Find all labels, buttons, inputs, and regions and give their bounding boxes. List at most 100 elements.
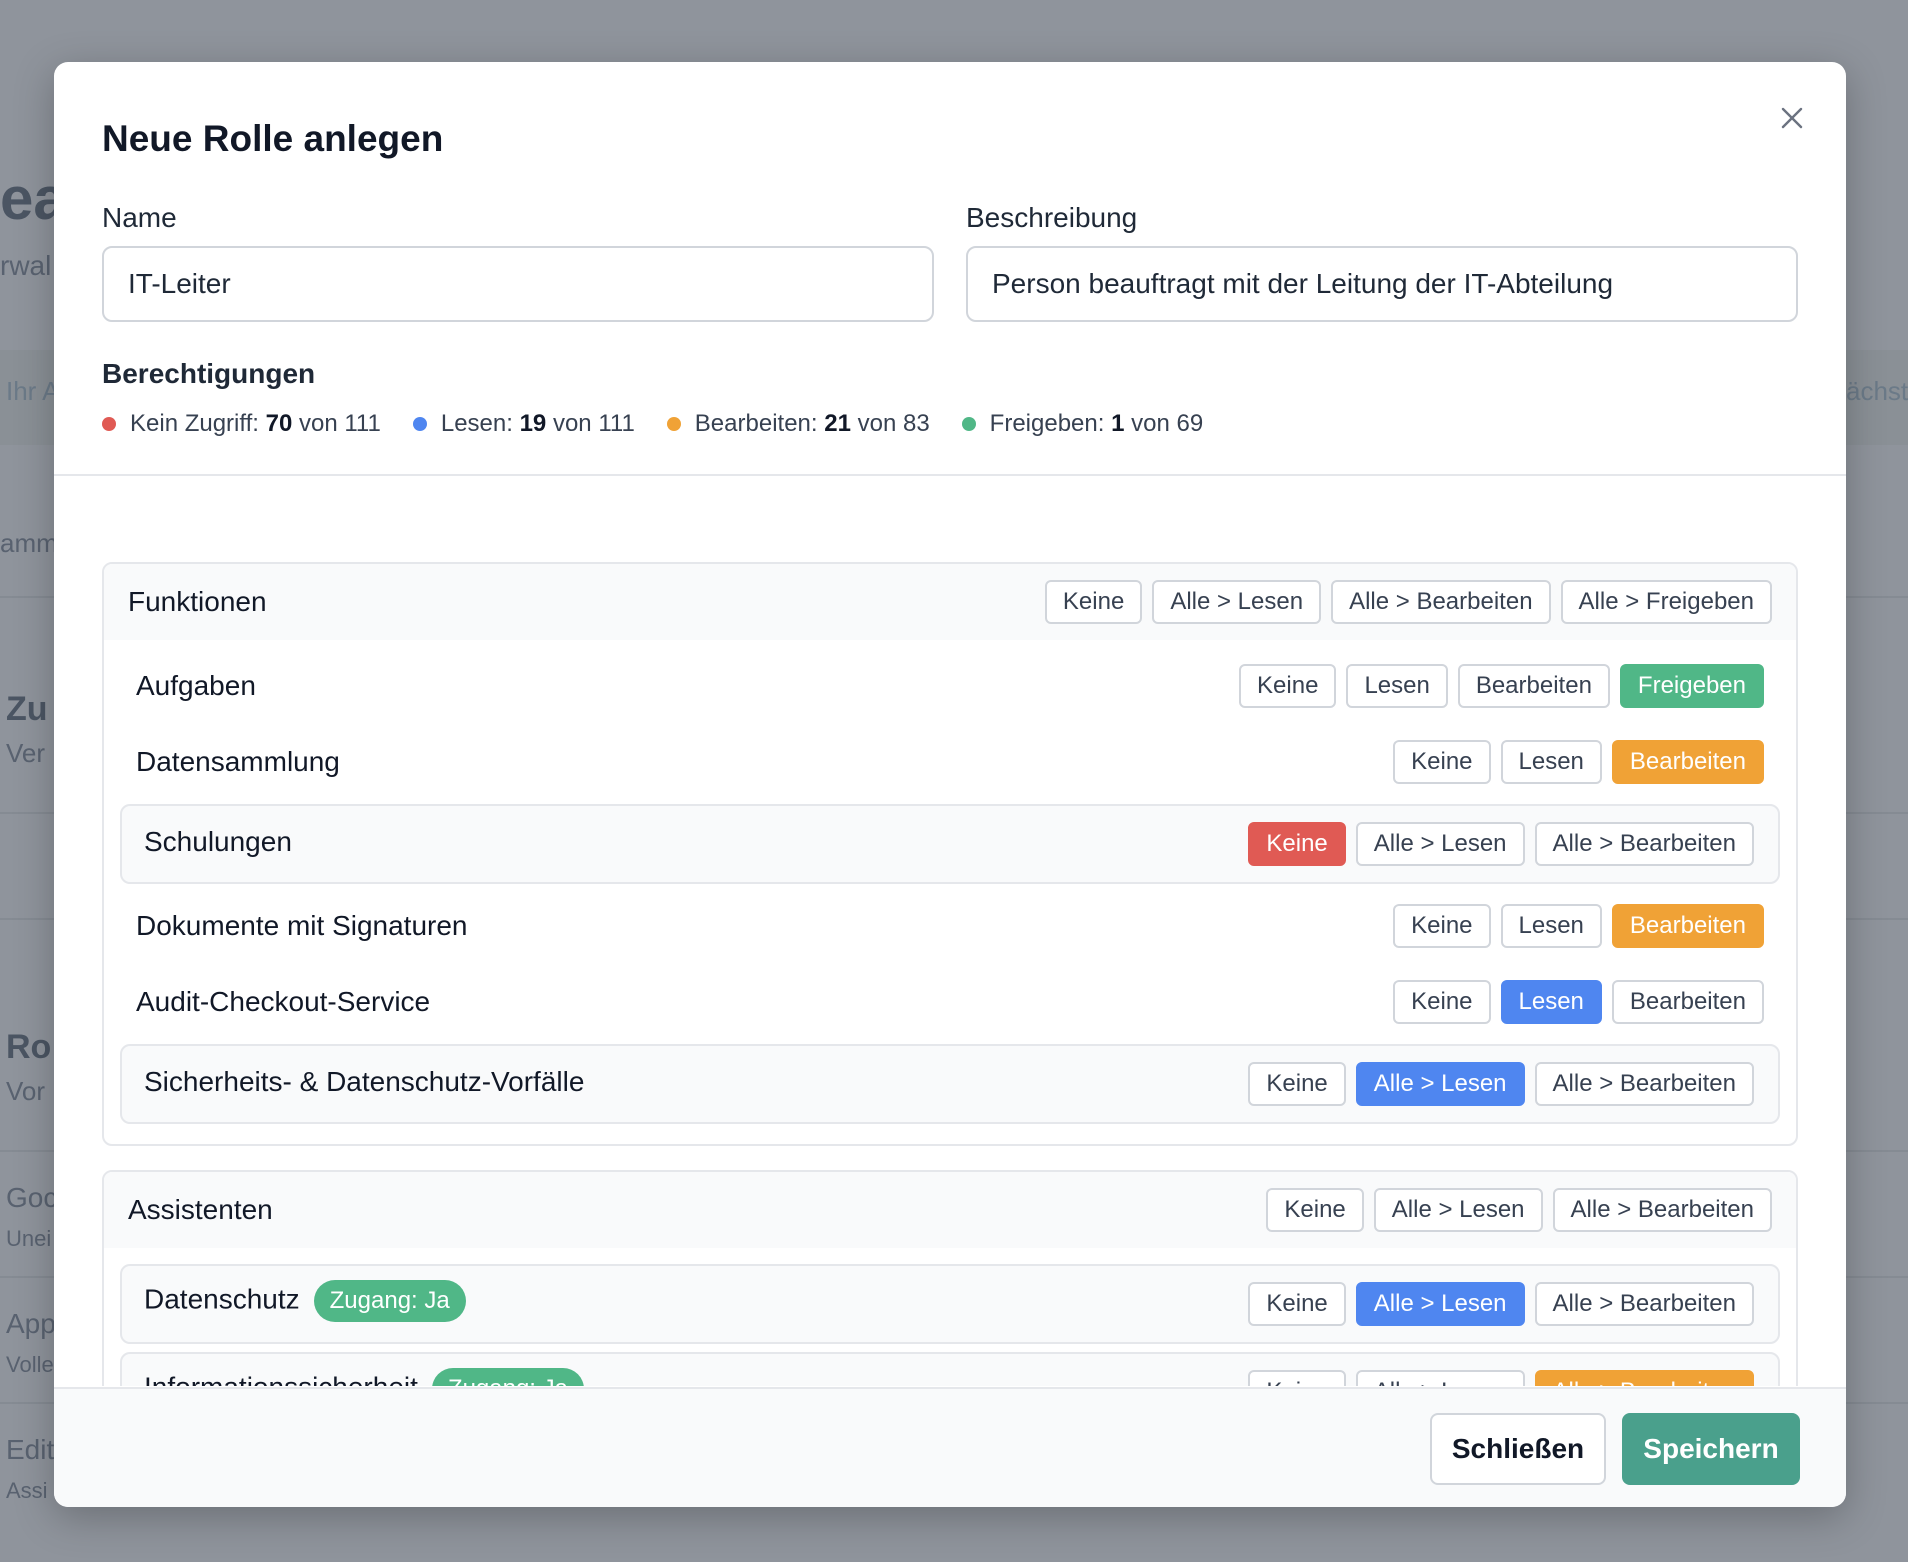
new-role-modal: Neue Rolle anlegen Name Beschreibung Ber… [54, 62, 1846, 1507]
option-edit-button[interactable]: Bearbeiten [1611, 980, 1764, 1024]
option-read-button[interactable]: Lesen [1500, 980, 1602, 1024]
option-group: Keine Alle > Lesen Alle > Bearbeiten [1248, 1062, 1754, 1106]
group-functions: Funktionen Keine Alle > Lesen Alle > Bea… [102, 562, 1798, 1146]
option-all-edit-button[interactable]: Alle > Bearbeiten [1534, 822, 1754, 866]
bulk-approve-button[interactable]: Alle > Freigeben [1560, 580, 1772, 624]
blue-dot-icon [412, 417, 427, 431]
bulk-none-button[interactable]: Keine [1266, 1188, 1364, 1232]
legend-count: 70 [265, 410, 293, 437]
background-tab: amm [0, 528, 58, 558]
group-bulk-actions: Keine Alle > Lesen Alle > Bearbeiten All… [1044, 580, 1772, 624]
option-edit-button[interactable]: Bearbeiten [1611, 740, 1764, 784]
option-none-button[interactable]: Keine [1393, 980, 1491, 1024]
modal-body[interactable]: Funktionen Keine Alle > Lesen Alle > Bea… [54, 476, 1846, 1386]
permissions-legend: Kein Zugriff: 70 von 111 Lesen: 19 von 1… [102, 410, 1203, 438]
legend-label: Freigeben: [989, 410, 1105, 437]
bulk-edit-button[interactable]: Alle > Bearbeiten [1552, 1188, 1772, 1232]
red-dot-icon [102, 417, 116, 431]
permission-subgroup-incidents: Sicherheits- & Datenschutz-Vorfälle Kein… [120, 1044, 1780, 1124]
option-none-button[interactable]: Keine [1393, 740, 1491, 784]
legend-label: Bearbeiten: [694, 410, 818, 437]
option-none-button[interactable]: Keine [1393, 904, 1491, 948]
permission-row-audit-checkout: Audit-Checkout-Service Keine Lesen Bearb… [104, 966, 1796, 1042]
option-group: Keine Lesen Bearbeiten [1393, 740, 1764, 784]
background-list-item-sub: Unei [6, 1226, 52, 1251]
row-label: Datensammlung [136, 746, 340, 777]
option-group: Keine Lesen Bearbeiten Freigeben [1239, 664, 1764, 708]
legend-label: Lesen: [440, 410, 513, 437]
option-none-button[interactable]: Keine [1248, 1282, 1346, 1326]
legend-edit: Bearbeiten: 21 von 83 [666, 410, 930, 438]
row-label: Informationssicherheit [144, 1371, 418, 1386]
background-list-item-sub: Volle [6, 1352, 54, 1377]
option-all-read-button[interactable]: Alle > Lesen [1355, 822, 1525, 866]
save-button[interactable]: Speichern [1622, 1413, 1800, 1485]
option-edit-button[interactable]: Bearbeiten [1457, 664, 1610, 708]
legend-total: von 111 [552, 410, 635, 437]
access-badge: Zugang: Ja [431, 1368, 584, 1386]
row-label: Dokumente mit Signaturen [136, 910, 468, 941]
permission-subgroup-infosec: Informationssicherheit Zugang: Ja Keine A… [120, 1352, 1780, 1386]
access-badge: Zugang: Ja [313, 1280, 466, 1322]
group-assistants: Assistenten Keine Alle > Lesen Alle > Be… [102, 1170, 1798, 1386]
green-dot-icon [961, 417, 976, 431]
legend-total: von 83 [857, 410, 930, 437]
modal-footer: Schließen Speichern [54, 1387, 1846, 1507]
option-all-edit-button[interactable]: Alle > Bearbeiten [1534, 1282, 1754, 1326]
permission-subgroup-trainings: Schulungen Keine Alle > Lesen Alle > Bea… [120, 804, 1780, 884]
bulk-edit-button[interactable]: Alle > Bearbeiten [1331, 580, 1551, 624]
bulk-read-button[interactable]: Alle > Lesen [1373, 1188, 1543, 1232]
permission-row-signed-documents: Dokumente mit Signaturen Keine Lesen Bea… [104, 890, 1796, 966]
option-approve-button[interactable]: Freigeben [1619, 664, 1764, 708]
close-button[interactable]: Schließen [1430, 1413, 1606, 1485]
legend-approve: Freigeben: 1 von 69 [961, 410, 1204, 438]
permission-row-data-collection: Datensammlung Keine Lesen Bearbeiten [104, 726, 1796, 802]
permission-subgroup-privacy: Datenschutz Zugang: Ja Keine Alle > Lesen… [120, 1264, 1780, 1344]
option-all-read-button[interactable]: Alle > Lesen [1355, 1062, 1525, 1106]
option-none-button[interactable]: Keine [1248, 822, 1346, 866]
option-none-button[interactable]: Keine [1239, 664, 1337, 708]
option-all-edit-button[interactable]: Alle > Bearbeiten [1534, 1370, 1754, 1386]
background-section-title: Zu [6, 690, 48, 728]
bulk-read-button[interactable]: Alle > Lesen [1152, 580, 1322, 624]
option-all-read-button[interactable]: Alle > Lesen [1355, 1282, 1525, 1326]
row-label: Aufgaben [136, 670, 256, 701]
row-label: Datenschutz [144, 1283, 300, 1315]
option-group: Keine Alle > Lesen Alle > Bearbeiten [1248, 1282, 1754, 1326]
option-none-button[interactable]: Keine [1248, 1062, 1346, 1106]
group-title: Funktionen [128, 586, 267, 617]
bulk-none-button[interactable]: Keine [1044, 580, 1143, 624]
legend-label: Kein Zugriff: [130, 410, 259, 437]
modal-header: Neue Rolle anlegen Name Beschreibung Ber… [54, 62, 1846, 475]
description-input[interactable] [966, 246, 1798, 322]
permission-row-tasks: Aufgaben Keine Lesen Bearbeiten Freigebe… [104, 650, 1796, 726]
legend-count: 1 [1111, 410, 1125, 437]
legend-total: von 69 [1131, 410, 1204, 437]
row-label: Sicherheits- & Datenschutz-Vorfälle [144, 1066, 585, 1097]
name-label: Name [102, 202, 177, 233]
group-bulk-actions: Keine Alle > Lesen Alle > Bearbeiten [1266, 1188, 1772, 1232]
orange-dot-icon [666, 417, 681, 431]
option-group: Keine Alle > Lesen Alle > Bearbeiten [1248, 1370, 1754, 1386]
background-subtitle: rwal [0, 250, 52, 281]
legend-count: 19 [519, 410, 547, 437]
close-icon[interactable] [1774, 100, 1810, 136]
option-none-button[interactable]: Keine [1248, 1370, 1346, 1386]
option-all-edit-button[interactable]: Alle > Bearbeiten [1534, 1062, 1754, 1106]
modal-title: Neue Rolle anlegen [102, 118, 444, 159]
option-read-button[interactable]: Lesen [1500, 740, 1602, 784]
row-label-wrap: Informationssicherheit Zugang: Ja [144, 1368, 584, 1386]
background-list-item: Goc [6, 1182, 58, 1213]
option-group: Keine Lesen Bearbeiten [1393, 980, 1764, 1024]
option-read-button[interactable]: Lesen [1500, 904, 1602, 948]
option-all-read-button[interactable]: Alle > Lesen [1355, 1370, 1525, 1386]
name-input[interactable] [102, 246, 934, 322]
background-list-item: App [6, 1308, 56, 1339]
legend-no-access: Kein Zugriff: 70 von 111 [102, 410, 381, 438]
option-read-button[interactable]: Lesen [1346, 664, 1448, 708]
option-group: Keine Lesen Bearbeiten [1393, 904, 1764, 948]
group-title: Assistenten [128, 1194, 273, 1225]
row-label: Schulungen [144, 826, 292, 857]
option-edit-button[interactable]: Bearbeiten [1611, 904, 1764, 948]
background-list-item-sub: Assi [6, 1478, 48, 1503]
